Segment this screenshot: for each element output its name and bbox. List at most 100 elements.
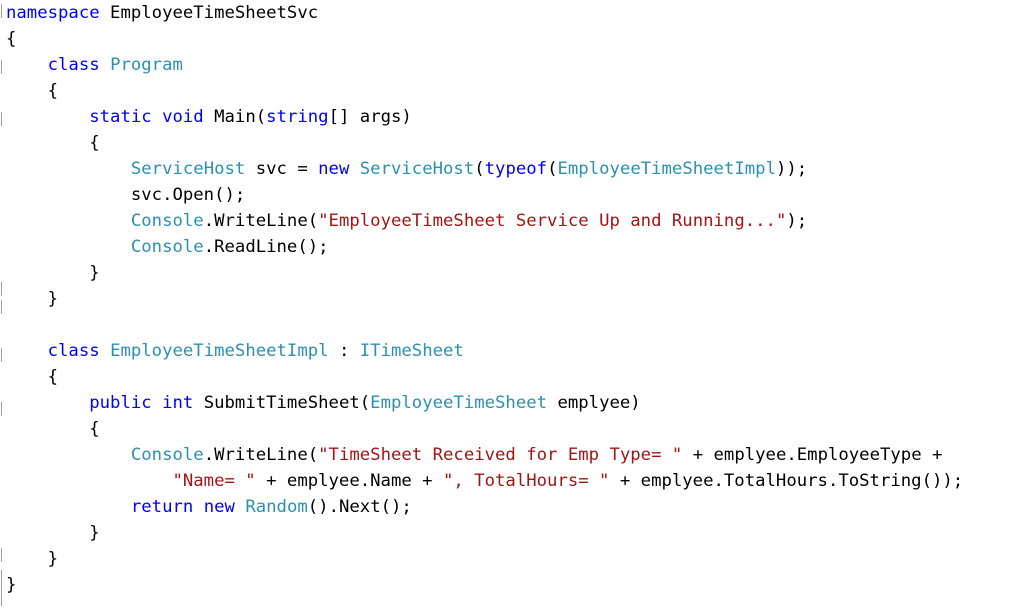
code-token: } (6, 523, 100, 543)
code-line[interactable]: Console.ReadLine(); (6, 234, 963, 260)
code-line[interactable]: { (6, 416, 963, 442)
code-token: namespace (6, 3, 100, 23)
code-token: ITimeSheet (359, 341, 464, 361)
code-token: svc = (245, 159, 319, 179)
code-token: svc.Open(); (6, 185, 246, 205)
code-token: class (47, 55, 100, 75)
code-token: + emplyee.EmployeeType + (682, 445, 943, 465)
outline-marker (1, 402, 2, 416)
outline-marker (1, 548, 2, 562)
code-token: ServiceHost (130, 159, 246, 179)
code-line[interactable] (6, 312, 963, 338)
code-line[interactable]: { (6, 26, 963, 52)
outline-marker (1, 300, 2, 314)
code-token: ", TotalHours= " (442, 471, 610, 491)
code-line[interactable]: static void Main(string[] args) (6, 104, 963, 130)
code-line[interactable]: } (6, 546, 963, 572)
code-token: return (130, 497, 194, 517)
code-line[interactable]: Console.WriteLine("TimeSheet Received fo… (6, 442, 963, 468)
code-token: { (6, 367, 59, 387)
code-token: Main( (203, 107, 267, 127)
code-token: Console (130, 211, 204, 231)
code-token: .WriteLine( (203, 445, 319, 465)
code-token: "Name= " (172, 471, 256, 491)
code-token: [] args) (328, 107, 412, 127)
code-token: ); (786, 211, 808, 231)
code-token: class (47, 341, 100, 361)
code-line[interactable]: } (6, 572, 963, 598)
code-line[interactable]: { (6, 130, 963, 156)
code-token: ServiceHost (359, 159, 475, 179)
code-token: } (6, 289, 59, 309)
code-token: : (328, 341, 360, 361)
code-token: typeof (484, 159, 548, 179)
code-line[interactable]: svc.Open(); (6, 182, 963, 208)
code-token: { (6, 133, 100, 153)
code-line[interactable]: { (6, 364, 963, 390)
outline-marker (1, 60, 2, 74)
code-token: { (6, 419, 100, 439)
code-token: .ReadLine(); (203, 237, 329, 257)
code-line[interactable]: Console.WriteLine("EmployeeTimeSheet Ser… (6, 208, 963, 234)
outline-marker (1, 282, 2, 296)
code-token: SubmitTimeSheet( (193, 393, 371, 413)
code-line[interactable]: } (6, 520, 963, 546)
code-token: ( (474, 159, 485, 179)
code-token: Random (245, 497, 308, 517)
code-token: EmployeeTimeSheetSvc (99, 3, 319, 23)
code-token: ().Next(); (307, 497, 412, 517)
code-token: EmployeeTimeSheet (370, 393, 548, 413)
code-token: EmployeeTimeSheetImpl (557, 159, 776, 179)
code-token: public (89, 393, 152, 413)
code-line[interactable]: "Name= " + emplyee.Name + ", TotalHours=… (6, 468, 963, 494)
outline-marker (1, 4, 2, 18)
code-line[interactable]: ServiceHost svc = new ServiceHost(typeof… (6, 156, 963, 182)
code-token: string (266, 107, 329, 127)
outline-marker (1, 112, 2, 126)
code-line[interactable]: class Program (6, 52, 963, 78)
code-token: )); (775, 159, 808, 179)
code-line[interactable]: { (6, 78, 963, 104)
code-line[interactable]: namespace EmployeeTimeSheetSvc (6, 0, 963, 26)
code-token: new (203, 497, 235, 517)
code-token: new (318, 159, 350, 179)
code-token: "EmployeeTimeSheet Service Up and Runnin… (318, 211, 787, 231)
code-area[interactable]: namespace EmployeeTimeSheetSvc { class Pr… (6, 0, 963, 598)
code-line[interactable]: public int SubmitTimeSheet(EmployeeTimeS… (6, 390, 963, 416)
code-token: { (6, 29, 17, 49)
code-token: int (162, 393, 194, 413)
code-token: ( (547, 159, 558, 179)
code-token: .WriteLine( (203, 211, 319, 231)
code-line[interactable]: } (6, 286, 963, 312)
code-token: { (6, 81, 59, 101)
code-token: static (89, 107, 152, 127)
code-token: Console (130, 237, 204, 257)
code-token: + emplyee.Name + (255, 471, 443, 491)
code-line[interactable]: class EmployeeTimeSheetImpl : ITimeSheet (6, 338, 963, 364)
code-token: void (162, 107, 204, 127)
outline-marker (1, 576, 2, 606)
code-line[interactable]: } (6, 260, 963, 286)
code-token: EmployeeTimeSheetImpl (110, 341, 329, 361)
code-line[interactable]: return new Random().Next(); (6, 494, 963, 520)
code-token: Console (130, 445, 204, 465)
code-editor[interactable]: namespace EmployeeTimeSheetSvc { class Pr… (0, 0, 1024, 608)
code-token: "TimeSheet Received for Emp Type= " (318, 445, 683, 465)
